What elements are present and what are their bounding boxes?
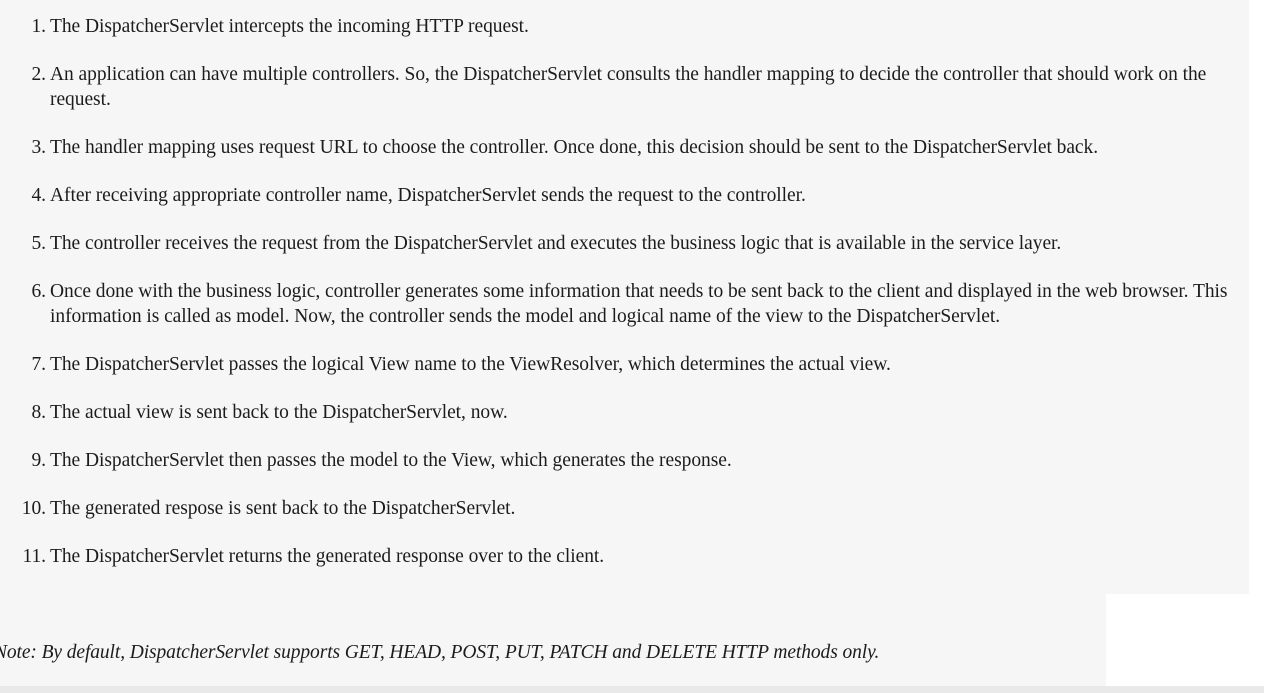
step-number: 9. <box>31 450 46 471</box>
step-number: 2. <box>31 64 46 85</box>
step-number: 11. <box>22 546 46 567</box>
step-text: The generated respose is sent back to th… <box>50 498 516 519</box>
list-item: 6. Once done with the business logic, co… <box>0 279 1262 329</box>
step-text: After receiving appropriate controller n… <box>50 185 806 206</box>
step-number: 1. <box>31 16 46 37</box>
list-item: 4. After receiving appropriate controlle… <box>0 183 1262 208</box>
list-item: 3. The handler mapping uses request URL … <box>0 135 1262 160</box>
list-item: 5. The controller receives the request f… <box>0 231 1262 256</box>
list-item: 1. The DispatcherServlet intercepts the … <box>0 14 1262 39</box>
step-number: 10. <box>21 498 46 519</box>
list-item: 9. The DispatcherServlet then passes the… <box>0 448 1262 473</box>
step-text: Once done with the business logic, contr… <box>50 281 1228 327</box>
step-text: The DispatcherServlet then passes the mo… <box>50 450 732 471</box>
step-text: The DispatcherServlet intercepts the inc… <box>50 16 529 37</box>
step-text: The DispatcherServlet returns the genera… <box>50 546 605 567</box>
step-text: An application can have multiple control… <box>50 64 1207 110</box>
step-number: 6. <box>31 281 46 302</box>
note-text: Note: By default, DispatcherServlet supp… <box>0 642 880 663</box>
step-text: The controller receives the request from… <box>50 233 1062 254</box>
list-item: 8. The actual view is sent back to the D… <box>0 400 1262 425</box>
step-number: 3. <box>31 137 46 158</box>
list-item: 7. The DispatcherServlet passes the logi… <box>0 352 1262 377</box>
step-number: 5. <box>31 233 46 254</box>
step-text: The handler mapping uses request URL to … <box>50 137 1099 158</box>
page-margin-corner <box>1106 594 1264 693</box>
page-bottom-edge <box>0 686 1264 693</box>
list-item: 2. An application can have multiple cont… <box>0 62 1262 112</box>
step-number: 4. <box>31 185 46 206</box>
step-number: 8. <box>31 402 46 423</box>
step-number: 7. <box>31 354 46 375</box>
list-item: 11. The DispatcherServlet returns the ge… <box>0 544 1262 569</box>
dispatcher-steps-list: 1. The DispatcherServlet intercepts the … <box>0 14 1262 592</box>
step-text: The actual view is sent back to the Disp… <box>50 402 508 423</box>
list-item: 10. The generated respose is sent back t… <box>0 496 1262 521</box>
step-text: The DispatcherServlet passes the logical… <box>50 354 891 375</box>
